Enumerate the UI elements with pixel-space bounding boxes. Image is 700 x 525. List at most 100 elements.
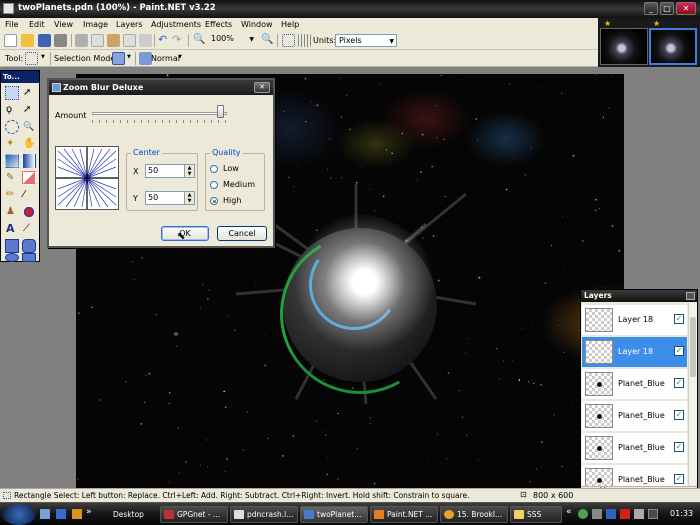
undo-icon[interactable]: ↶ [158,34,171,47]
image-thumbnail-active[interactable] [649,28,697,65]
image-thumbnail[interactable] [600,28,648,65]
cancel-button[interactable]: Cancel [217,226,267,241]
menu-effects[interactable]: Effects [205,20,232,29]
rectangle-select-tool-icon[interactable] [5,86,19,100]
amount-slider-thumb[interactable] [217,105,225,118]
menu-edit[interactable]: Edit [29,20,45,29]
layer-row[interactable]: Layer 18 ✓ [582,337,687,367]
tray-icon[interactable] [648,509,658,519]
zoom-tool-icon[interactable]: 🔍 [22,120,36,134]
layers-scrollbar[interactable] [688,303,697,485]
paste-new-icon[interactable] [123,34,136,47]
line-tool-icon[interactable]: ⟋ [22,222,36,236]
clone-stamp-tool-icon[interactable]: ♟ [5,205,19,219]
task-pdncrash[interactable]: pdncrash.l... [230,506,298,523]
move-tool-icon[interactable]: ➚ [22,86,36,100]
ellipse-tool-icon[interactable] [5,253,19,262]
blend-mode-value[interactable]: Normal [151,54,180,63]
menu-help[interactable]: Help [281,20,299,29]
quicklaunch-icon[interactable] [56,509,66,519]
maximize-button[interactable]: □ [660,2,674,15]
new-icon[interactable] [4,34,17,47]
layer-row[interactable]: Layer 18 ✓ [582,305,687,335]
copy-icon[interactable] [91,34,104,47]
quality-high-radio[interactable] [210,197,218,205]
menu-window[interactable]: Window [241,20,273,29]
paint-bucket-tool-icon[interactable] [5,154,19,168]
x-spinner[interactable]: 50 ▲ ▼ [145,164,195,178]
eraser-tool-icon[interactable] [22,171,36,185]
ellipse-select-tool-icon[interactable] [5,120,19,134]
tray-icon[interactable] [634,509,644,519]
save-icon[interactable] [38,34,51,47]
crop-icon[interactable] [139,34,152,47]
start-button[interactable] [2,504,36,525]
move-selection-tool-icon[interactable]: ➚ [22,103,36,117]
redo-icon[interactable]: ↷ [172,34,185,47]
task-gpgnet[interactable]: GPGnet - ... [160,506,228,523]
y-spinner[interactable]: 50 ▲ ▼ [145,191,195,205]
quicklaunch-icon[interactable] [72,509,82,519]
zoom-in-icon[interactable]: 🔍 [261,34,274,47]
rectangle-select-icon[interactable] [25,52,38,65]
pencil-tool-icon[interactable]: ✏ [5,188,19,202]
task-paintnet[interactable]: Paint.NET ... [370,506,438,523]
menu-layers[interactable]: Layers [116,20,142,29]
tray-icon[interactable] [592,509,602,519]
menu-file[interactable]: File [5,20,18,29]
quicklaunch-more[interactable]: » [86,507,92,517]
tray-icon[interactable] [620,509,630,519]
layer-visibility-checkbox[interactable]: ✓ [674,378,684,388]
tray-expand[interactable]: « [566,507,572,517]
grid-icon[interactable] [282,34,295,47]
dialog-close-button[interactable]: ✕ [254,82,270,93]
recolor-tool-icon[interactable] [22,205,36,219]
layers-scroll-thumb[interactable] [690,317,696,377]
selection-mode-icon[interactable] [112,52,125,65]
quality-medium-radio[interactable] [210,181,218,189]
layer-visibility-checkbox[interactable]: ✓ [674,442,684,452]
pan-tool-icon[interactable]: ✋ [22,137,36,151]
layer-row[interactable]: Planet_Blue ✓ [582,433,687,463]
menu-view[interactable]: View [54,20,73,29]
lasso-tool-icon[interactable]: ϙ [5,103,19,117]
quality-low-label: Low [223,164,239,173]
tray-icon[interactable] [606,509,616,519]
menu-image[interactable]: Image [83,20,108,29]
rectangle-tool-icon[interactable] [5,239,19,253]
layer-visibility-checkbox[interactable]: ✓ [674,314,684,324]
ruler-icon[interactable] [298,34,311,47]
layers-close-icon[interactable] [686,292,695,300]
rounded-rectangle-tool-icon[interactable] [22,239,36,253]
magic-wand-tool-icon[interactable]: ✦ [5,137,19,151]
zoom-combo[interactable]: 100% ▼ [207,32,257,45]
gradient-tool-icon[interactable] [22,154,36,168]
layer-visibility-checkbox[interactable]: ✓ [674,346,684,356]
task-brooklyn[interactable]: 15. Brookl... [440,506,508,523]
center-preview[interactable] [55,146,119,210]
layer-visibility-checkbox[interactable]: ✓ [674,410,684,420]
task-sss[interactable]: SSS [510,506,562,523]
freeform-shape-tool-icon[interactable] [22,253,36,262]
text-tool-icon[interactable]: A [5,222,19,236]
menu-adjustments[interactable]: Adjustments [151,20,201,29]
amount-slider-track[interactable] [92,112,227,115]
zoom-out-icon[interactable]: 🔍 [193,34,206,47]
layer-visibility-checkbox[interactable]: ✓ [674,474,684,484]
open-icon[interactable] [21,34,34,47]
cut-icon[interactable] [75,34,88,47]
minimize-button[interactable]: _ [644,2,658,15]
task-twoplanets[interactable]: twoPlanet... [300,506,368,523]
paintbrush-tool-icon[interactable]: ✎ [5,171,19,185]
quicklaunch-icon[interactable] [40,509,50,519]
units-combo[interactable]: Pixels ▼ [335,34,397,47]
task-desktop[interactable]: Desktop [96,506,158,523]
paste-icon[interactable] [107,34,120,47]
tray-icon[interactable] [578,509,588,519]
print-icon[interactable] [54,34,67,47]
close-button[interactable]: ✕ [676,2,696,15]
layer-row[interactable]: Planet_Blue ✓ [582,369,687,399]
quality-low-radio[interactable] [210,165,218,173]
color-picker-tool-icon[interactable]: ⁄ [22,188,36,202]
layer-row[interactable]: Planet_Blue ✓ [582,401,687,431]
